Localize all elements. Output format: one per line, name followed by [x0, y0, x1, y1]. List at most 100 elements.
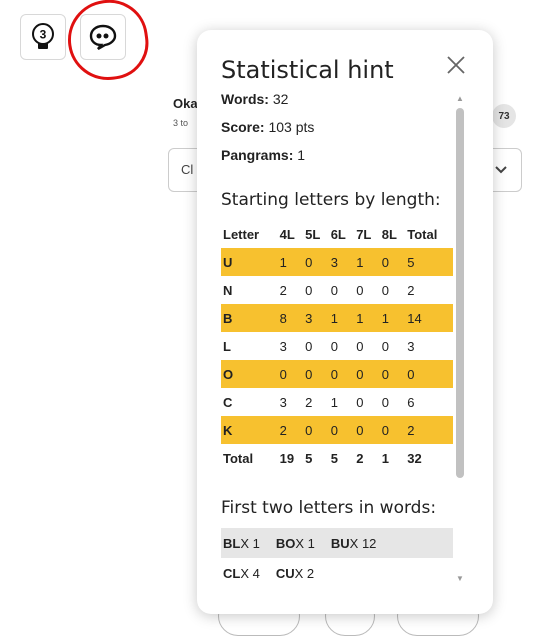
- table-cell: 3: [279, 394, 287, 410]
- table-cell: 0: [379, 248, 406, 276]
- scrollbar-thumb[interactable]: [456, 108, 464, 478]
- two-letter-item: CUX 2: [276, 566, 314, 581]
- modal-scroll-content[interactable]: Words: 32 Score: 103 pts Pangrams: 1 Sta…: [221, 90, 453, 610]
- hint-button[interactable]: 3: [20, 14, 66, 60]
- table-cell: 2: [356, 450, 364, 466]
- table-cell: 0: [356, 338, 364, 354]
- table-cell: 0: [305, 282, 313, 298]
- table-cell: 32: [407, 450, 422, 466]
- table-row: C 3 2 1 0 0 6: [221, 388, 453, 416]
- table-cell: 0: [405, 360, 453, 388]
- table-cell: 0: [381, 338, 389, 354]
- table-cell: 0: [379, 360, 406, 388]
- two-letter-item: BLX 1: [223, 536, 260, 551]
- words-stat: Words: 32: [221, 90, 453, 108]
- table-cell: 1: [381, 450, 389, 466]
- two-letter-item: CLX 4: [223, 566, 260, 581]
- two-letter-count: X 2: [294, 565, 315, 581]
- pangrams-stat: Pangrams: 1: [221, 146, 453, 164]
- table-header-row: Letter 4L 5L 6L 7L 8L Total: [221, 220, 453, 248]
- header-6l: 6L: [330, 226, 346, 242]
- header-7l: 7L: [356, 226, 372, 242]
- table-cell: 0: [277, 360, 304, 388]
- table-row: K 2 0 0 0 0 2: [221, 416, 453, 444]
- score-stat: Score: 103 pts: [221, 118, 453, 136]
- table-cell: 3: [303, 304, 329, 332]
- table-cell: 0: [330, 338, 338, 354]
- table-cell: 2: [405, 416, 453, 444]
- chevron-down-icon: [495, 166, 507, 174]
- header-8l: 8L: [381, 226, 397, 242]
- starting-letters-title: Starting letters by length:: [221, 190, 441, 210]
- table-cell: 2: [407, 282, 415, 298]
- table-cell: 0: [381, 282, 389, 298]
- lightbulb-icon: 3: [32, 23, 54, 49]
- header-5l: 5L: [305, 226, 321, 242]
- pangrams-value: 1: [297, 147, 306, 163]
- two-letter-item: BUX 12: [331, 536, 377, 551]
- speech-bubble-icon: [89, 24, 117, 51]
- two-letter-prefix: CU: [275, 565, 295, 581]
- first-two-letters-title: First two letters in words:: [221, 498, 437, 518]
- table-cell: 0: [305, 338, 313, 354]
- table-cell: 6: [407, 394, 415, 410]
- two-letter-row: CLX 4 CUX 2: [221, 558, 453, 588]
- score-label: Score:: [221, 119, 265, 135]
- table-cell: 1: [379, 304, 406, 332]
- two-letter-count: X 12: [349, 535, 377, 551]
- table-cell: 0: [354, 360, 380, 388]
- table-cell: C: [223, 394, 233, 410]
- hint-count: 3: [40, 28, 47, 42]
- two-letter-prefix: CL: [223, 565, 241, 581]
- modal-scrollbar[interactable]: ▲ ▼: [455, 94, 465, 584]
- table-row: O 0 0 0 0 0 0: [221, 360, 453, 388]
- table-cell: 1: [328, 304, 355, 332]
- table-cell: 3: [407, 338, 415, 354]
- table-cell: 0: [356, 394, 364, 410]
- table-row: B 8 3 1 1 1 14: [221, 304, 453, 332]
- table-cell: N: [223, 282, 233, 298]
- table-cell: O: [221, 360, 278, 388]
- table-cell: 0: [330, 282, 338, 298]
- two-letter-count: X 4: [240, 565, 260, 581]
- table-cell: 1: [354, 248, 380, 276]
- table-cell: 0: [303, 416, 329, 444]
- table-cell: 2: [277, 416, 304, 444]
- table-cell: 0: [381, 394, 389, 410]
- table-cell: Total: [223, 450, 254, 466]
- table-cell: B: [221, 304, 278, 332]
- table-cell: 3: [279, 338, 287, 354]
- table-cell: 19: [279, 450, 295, 466]
- table-cell: 1: [277, 248, 304, 276]
- table-cell: 0: [379, 416, 406, 444]
- table-cell: 5: [330, 450, 338, 466]
- table-cell: 0: [328, 416, 355, 444]
- two-letter-prefix: BL: [223, 535, 241, 551]
- scroll-up-arrow-icon[interactable]: ▲: [456, 94, 464, 103]
- table-cell: 14: [405, 304, 453, 332]
- two-letter-count: X 1: [240, 535, 260, 551]
- table-cell: 3: [328, 248, 355, 276]
- close-icon[interactable]: [445, 54, 467, 76]
- two-letter-count: X 1: [295, 535, 315, 551]
- statistical-hint-modal: Statistical hint Words: 32 Score: 103 pt…: [197, 30, 493, 614]
- game-title-partial: Oka: [173, 96, 198, 111]
- table-row: L 3 0 0 0 0 3: [221, 332, 453, 360]
- header-letter: Letter: [223, 226, 260, 242]
- scroll-down-arrow-icon[interactable]: ▼: [456, 574, 464, 583]
- statistical-hint-button[interactable]: [80, 14, 126, 60]
- table-cell: U: [221, 248, 278, 276]
- score-badge: 73: [492, 104, 516, 128]
- two-letter-prefix: BO: [275, 535, 296, 551]
- background-dropdown-label: Cl: [181, 162, 194, 177]
- table-cell: 0: [303, 248, 329, 276]
- table-total-row: Total 19 5 5 2 1 32: [221, 444, 453, 472]
- table-cell: 1: [330, 394, 338, 410]
- table-cell: 1: [354, 304, 380, 332]
- table-row: U 1 0 3 1 0 5: [221, 248, 453, 276]
- header-4l: 4L: [279, 226, 295, 242]
- table-cell: 0: [354, 416, 380, 444]
- table-cell: 8: [277, 304, 304, 332]
- score-value: 103 pts: [268, 119, 315, 135]
- table-cell: 0: [328, 360, 355, 388]
